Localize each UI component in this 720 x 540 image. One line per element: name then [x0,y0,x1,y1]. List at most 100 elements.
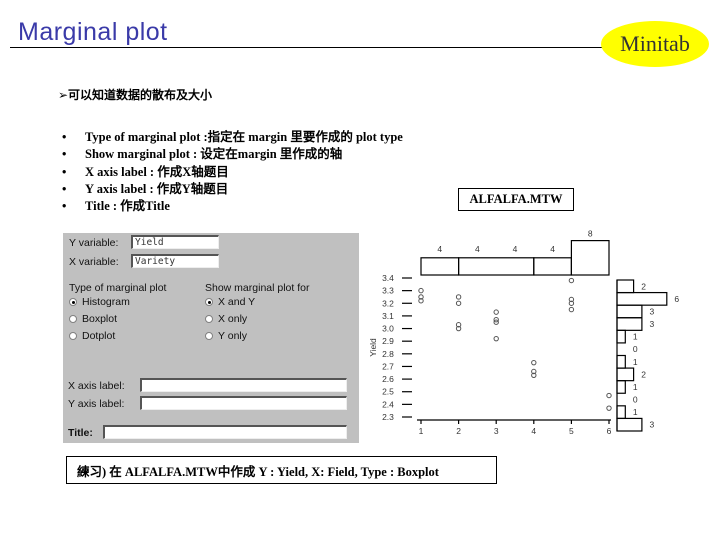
top-histogram-label: 8 [588,229,593,239]
file-name-box: ALFALFA.MTW [458,188,574,211]
right-histogram-bar [616,291,668,306]
radio-selected-icon [205,298,213,306]
bullet-icon: • [62,130,67,144]
data-point [455,300,462,306]
right-histogram-label: 1 [633,382,638,392]
y-tick-label: 3.3 [382,286,394,296]
top-histogram-bar [420,257,460,276]
data-point [493,309,499,315]
right-histogram-label: 1 [633,357,638,367]
title-divider [10,47,610,48]
data-point [531,359,537,366]
y-variable-input[interactable]: Yield [131,235,219,249]
y-tick-label: 3.4 [382,273,394,283]
logo-text: Minitab [620,31,690,56]
x-tick-label: 3 [494,426,499,436]
right-histogram-label: 2 [641,281,646,291]
radio-icon [69,315,77,323]
bullet-icon: • [62,199,67,214]
y-tick-label: 2.5 [382,387,394,397]
data-point [568,277,575,284]
y-tick-label: 2.8 [382,349,394,359]
radio-selected-icon [69,298,77,306]
data-point [606,392,612,399]
bullet-item: • Title : 作成Title [62,198,403,215]
x-axis-input[interactable] [140,378,347,392]
right-histogram-bar [616,354,626,369]
data-point [568,306,575,313]
bullet-item: • Type of marginal plot :指定在 margin 里要作成的… [62,129,403,146]
y-tick-label: 2.3 [382,412,394,422]
data-point [606,405,612,411]
radio-boxplot[interactable]: Boxplot [69,313,117,325]
top-histogram-label: 4 [437,244,442,254]
y-tick-label: 2.9 [382,336,394,346]
right-histogram-bar [616,367,635,382]
top-histogram-label: 4 [550,244,555,254]
bullet-icon: • [62,164,67,179]
right-histogram-bar [616,417,643,432]
y-axis-label: Y axis label: [68,398,125,410]
slide-title: Marginal plot [18,18,168,46]
right-histogram-label: 0 [633,344,638,354]
data-point [493,335,499,342]
minitab-logo: Minitab [601,21,709,67]
bullet-list: • Type of marginal plot :指定在 margin 里要作成的… [62,129,403,215]
x-variable-input[interactable]: Variety [131,254,219,268]
top-histogram-label: 4 [513,244,518,254]
data-point [455,294,462,300]
right-histogram-label: 2 [641,369,646,379]
radio-icon [205,332,213,340]
y-variable-label: Y variable: [69,237,119,249]
right-histogram-label: 1 [633,407,638,417]
right-histogram-bar [616,317,643,331]
y-tick-label: 3.1 [382,311,394,321]
right-histogram-bar [616,329,626,344]
bullet-item: • Y axis label : 作成Y轴题目 [62,181,403,198]
right-histogram-label: 3 [650,306,655,316]
bullet-icon: • [62,147,67,162]
radio-histogram[interactable]: Histogram [69,296,130,308]
radio-x-only[interactable]: X only [205,313,247,325]
y-tick-label: 3.2 [382,298,394,308]
top-histogram-label: 4 [475,244,480,254]
y-axis-label: Yield [368,338,378,357]
top-histogram-bar [570,240,610,276]
x-axis-label: X axis label: [68,380,125,392]
right-histogram-bar [616,279,635,294]
radio-dotplot[interactable]: Dotplot [69,330,115,342]
x-tick-label: 1 [419,426,424,436]
x-tick-label: 6 [607,426,612,436]
right-histogram-label: 6 [674,294,679,304]
x-tick-label: 2 [456,426,461,436]
show-group-label: Show marginal plot for [205,282,310,294]
radio-icon [69,332,77,340]
data-point [418,287,424,294]
marginal-plot-dialog: Y variable: Yield X variable: Variety Ty… [63,233,359,443]
y-axis-input[interactable] [140,396,347,410]
right-histogram-label: 1 [633,332,638,342]
bullet-icon: • [62,181,67,196]
marginal-plot-chart: 1 2 3 4 5 63.43.33.23.13.02.92.82.72.62.52.42… [368,229,679,436]
top-histogram-bar [533,257,573,276]
x-tick-label: 4 [531,426,536,436]
x-variable-label: X variable: [69,256,119,268]
y-tick-label: 2.6 [382,374,394,384]
subtitle: ➢可以知道数据的散布及大小 [58,88,213,102]
bullet-item: • Show marginal plot : 设定在margin 里作成的轴 [62,146,403,163]
right-histogram-label: 3 [650,319,655,329]
bullet-item: • X axis label : 作成X轴题目 [62,164,403,181]
y-tick-label: 3.0 [382,324,394,334]
type-group-label: Type of marginal plot [69,282,167,294]
y-tick-label: 2.7 [382,361,394,371]
radio-y-only[interactable]: Y only [205,330,247,342]
x-tick-label: 5 [569,426,574,436]
right-histogram-bar [616,304,643,319]
top-histogram-bar [457,257,535,276]
title-label: Title: [68,427,93,439]
right-histogram-label: 0 [633,395,638,405]
radio-x-and-y[interactable]: X and Y [205,296,255,308]
title-input[interactable] [103,425,347,439]
exercise-box: 練习) 在 ALFALFA.MTW中作成 Y : Yield, X: Field… [66,456,497,484]
radio-icon [205,315,213,323]
